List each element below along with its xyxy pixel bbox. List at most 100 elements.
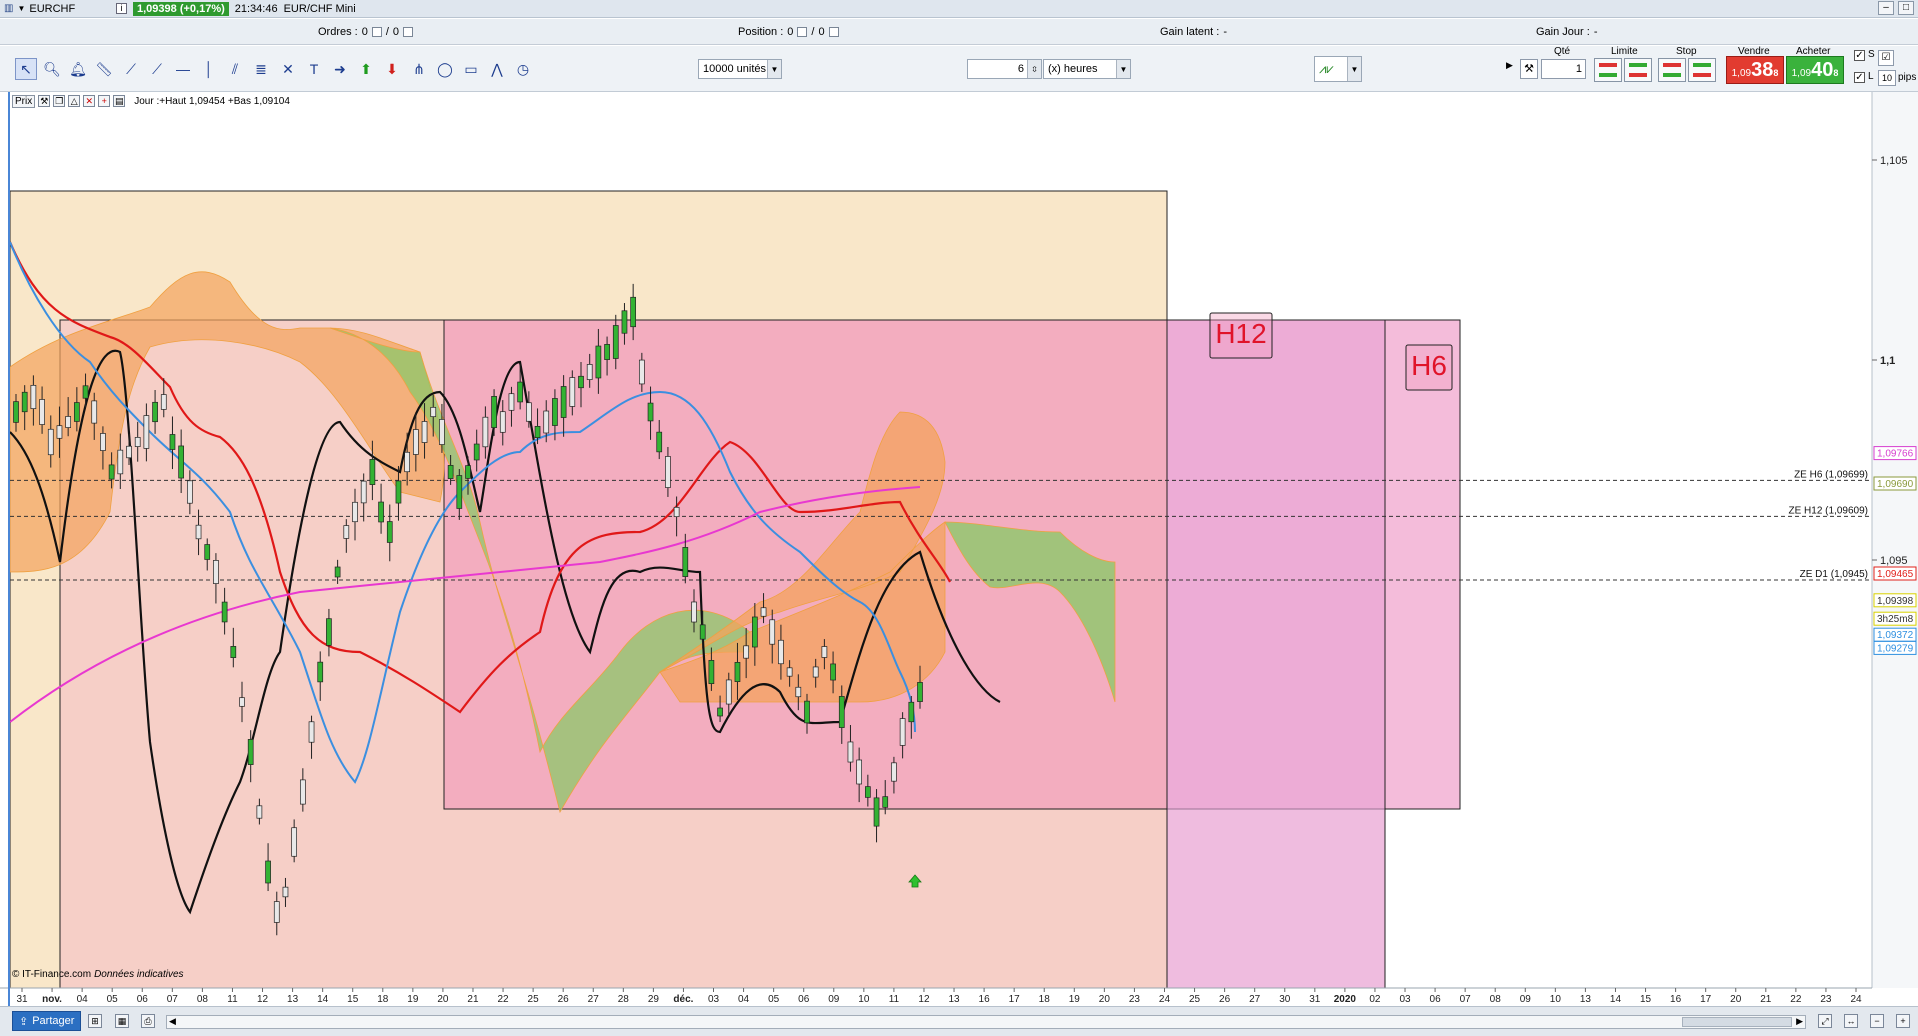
clock-tool-icon[interactable]: ◷ <box>512 58 534 80</box>
date-tick-label: 30 <box>1279 994 1291 1005</box>
date-tick-label: 11 <box>889 994 900 1005</box>
level-label: ZE H6 (1,09699) <box>1794 469 1868 480</box>
scroll-right-icon[interactable]: ▶ <box>1796 1016 1803 1027</box>
share-icon: ⇪ <box>19 1015 29 1028</box>
ruler-icon[interactable]: 📏︎ <box>93 58 115 80</box>
candle-body <box>665 456 671 488</box>
orders-icon[interactable] <box>371 27 382 37</box>
price-chart[interactable]: ZE H6 (1,09699) ZE H12 (1,09609) ZE D1 (1,… <box>0 92 1918 1006</box>
horizontal-scrollbar[interactable]: ◀ ▶ <box>166 1015 1806 1029</box>
orders-list-icon[interactable] <box>403 27 414 37</box>
date-tick-label: 18 <box>377 994 389 1005</box>
cursor-icon[interactable]: ↖ <box>15 58 37 80</box>
date-tick-label: 21 <box>467 994 479 1005</box>
limit-buy-button[interactable] <box>1594 58 1622 82</box>
date-tick-label: 07 <box>1460 994 1472 1005</box>
limit-sell-button[interactable] <box>1624 58 1652 82</box>
alert-icon[interactable]: △ <box>68 95 81 107</box>
chart-area[interactable]: ZE H6 (1,09699) ZE H12 (1,09609) ZE D1 (1,… <box>0 92 1918 1006</box>
arrow-right-icon[interactable]: ➜ <box>329 58 351 80</box>
trendline-icon[interactable]: ⟋ <box>120 58 142 80</box>
candle-body <box>134 437 141 447</box>
copy-icon[interactable]: ❐ <box>53 95 66 107</box>
date-tick-label: 10 <box>858 994 870 1005</box>
stop-buy-button[interactable] <box>1658 58 1686 82</box>
info-icon[interactable]: i <box>116 3 127 14</box>
wrench-icon[interactable]: ⚒ <box>1520 59 1538 79</box>
date-tick-label: 10 <box>1550 994 1562 1005</box>
symbol-selector[interactable]: ▥ ▼ EURCHF <box>4 3 116 15</box>
s-checkbox[interactable]: ✓ <box>1854 50 1865 61</box>
sell-button[interactable]: 1,09 38 8 <box>1726 56 1784 84</box>
stop-sell-button[interactable] <box>1688 58 1716 82</box>
zoom-in-icon[interactable]: + <box>1896 1014 1910 1028</box>
candle-body <box>369 459 376 485</box>
text-tool-icon[interactable]: T <box>303 58 325 80</box>
scroll-left-icon[interactable]: ◀ <box>169 1016 176 1027</box>
qty-input[interactable]: 1 <box>1541 59 1586 79</box>
zoom-out-icon[interactable]: − <box>1870 1014 1884 1028</box>
candle-body <box>13 401 19 423</box>
settings-icon[interactable]: ☑ <box>1878 50 1894 66</box>
wrench-icon[interactable]: ⚒ <box>38 95 51 107</box>
price-tag-label: 1,09279 <box>1877 643 1914 654</box>
daily-high-low: Jour :+Haut 1,09454 +Bas 1,09104 <box>134 95 290 107</box>
candle-body <box>256 805 263 819</box>
date-tick-label: 29 <box>648 994 660 1005</box>
close-icon[interactable]: ✕ <box>83 95 96 107</box>
collapse-icon[interactable]: ▶ <box>1506 60 1513 71</box>
maximize-icon[interactable]: □ <box>1898 1 1914 15</box>
position-list-icon[interactable] <box>828 27 839 37</box>
horizontal-line-icon[interactable]: — <box>172 58 194 80</box>
date-tick-label: 04 <box>738 994 750 1005</box>
alert-bell-icon[interactable]: 🔔︎ <box>67 58 89 80</box>
copyright: © IT-Finance.com Données indicatives <box>12 969 184 980</box>
candle-body <box>734 662 741 682</box>
layout-icon[interactable]: ⊞ <box>88 1014 102 1028</box>
channel-icon[interactable]: ⫽ <box>224 58 246 80</box>
date-tick-label: 16 <box>1670 994 1682 1005</box>
l-label: L <box>1868 71 1874 82</box>
more-icon[interactable]: ▤ <box>113 95 126 107</box>
print-icon[interactable]: ⎙ <box>141 1014 155 1028</box>
qty-label: Qté <box>1554 46 1571 57</box>
polyline-icon[interactable]: ⋀ <box>486 58 508 80</box>
fan-icon[interactable]: ✕ <box>277 58 299 80</box>
rectangle-icon[interactable]: ▭ <box>460 58 482 80</box>
zoom-reset-icon[interactable]: ↔ <box>1844 1014 1858 1028</box>
fibonacci-icon[interactable]: ≣ <box>250 58 272 80</box>
vertical-line-icon[interactable]: │ <box>198 58 220 80</box>
candle-body <box>334 566 341 578</box>
pips-input[interactable]: 10 <box>1878 70 1896 86</box>
date-tick-label: 02 <box>1369 994 1381 1005</box>
date-tick-label: 07 <box>167 994 179 1005</box>
price-info-bar: Prix ⚒ ❐ △ ✕ + ▤ Jour :+Haut 1,09454 +Ba… <box>12 93 290 109</box>
position-icon[interactable] <box>797 27 808 37</box>
period-input[interactable]: 6 ⇳ <box>967 59 1042 79</box>
date-tick-label: 03 <box>1399 994 1411 1005</box>
autoscale-icon[interactable]: ⤢ <box>1818 1014 1832 1028</box>
arrow-up-icon[interactable]: ⬆ <box>355 58 377 80</box>
template-icon[interactable]: ▦ <box>115 1014 129 1028</box>
zoom-icon[interactable]: 🔍︎ <box>41 58 63 80</box>
date-tick-label: 22 <box>1790 994 1802 1005</box>
date-tick-label: 24 <box>1850 994 1862 1005</box>
share-button[interactable]: ⇪ Partager <box>12 1011 82 1031</box>
spinner-icon[interactable]: ⇳ <box>1027 60 1041 78</box>
add-indicator-icon[interactable]: + <box>98 95 111 107</box>
minimize-icon[interactable]: – <box>1878 1 1894 15</box>
candle-body <box>273 901 280 923</box>
pitchfork-icon[interactable]: ⋔ <box>408 58 430 80</box>
buy-button[interactable]: 1,09 40 8 <box>1786 56 1844 84</box>
lasso-icon[interactable]: ◯ <box>434 58 456 80</box>
candle-body <box>682 547 689 577</box>
order-panel: ▶ ⚒ Qté 1 Limite Stop Vendre Acheter 1,0… <box>1506 46 1918 92</box>
ray-icon[interactable]: ⟋ <box>146 58 168 80</box>
arrow-down-icon[interactable]: ⬇ <box>381 58 403 80</box>
l-checkbox[interactable]: ✓ <box>1854 72 1865 83</box>
chart-type-select[interactable]: ⩘⩗ ▼ <box>1314 56 1362 82</box>
period-unit-select[interactable]: (x) heures ▼ <box>1043 59 1131 79</box>
units-select[interactable]: 10000 unités ▼ <box>698 59 782 79</box>
scroll-thumb[interactable] <box>1682 1017 1792 1027</box>
zone-h12-future <box>1166 319 1386 989</box>
